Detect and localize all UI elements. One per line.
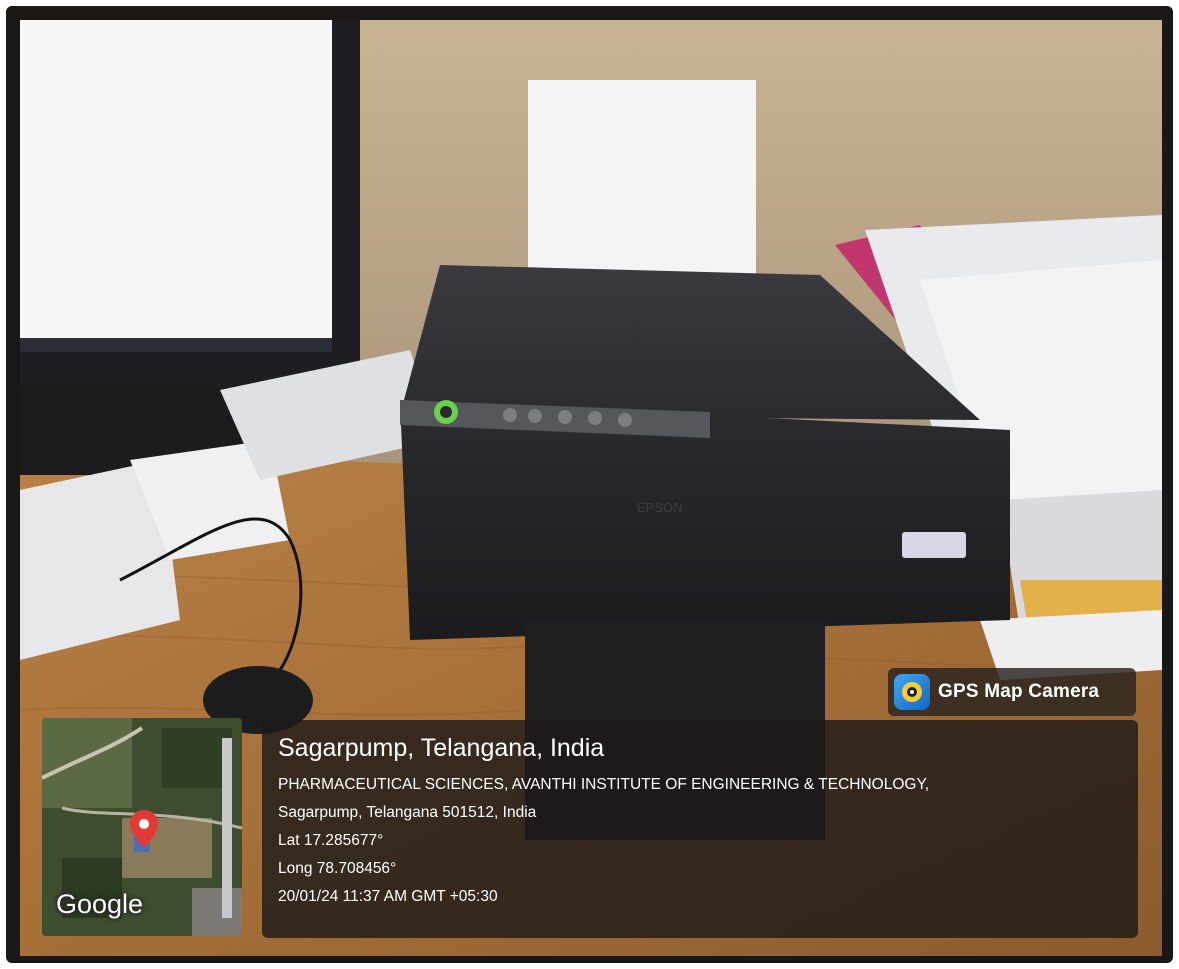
google-logo: Google: [56, 889, 144, 919]
mini-map: Google: [42, 718, 242, 936]
ink-tank-label: [902, 532, 966, 558]
location-info-panel: Sagarpump, Telangana, India PHARMACEUTIC…: [262, 720, 1138, 938]
location-title: Sagarpump, Telangana, India: [278, 734, 605, 762]
address-line-1: PHARMACEUTICAL SCIENCES, AVANTHI INSTITU…: [278, 776, 930, 793]
gps-map-camera-badge: GPS Map Camera: [888, 668, 1136, 716]
address-line-2: Sagarpump, Telangana 501512, India: [278, 804, 537, 821]
photo: EPSON Google GPS Map Camera Sagarpump, T…: [20, 20, 1162, 956]
latitude: Lat 17.285677°: [278, 832, 384, 849]
map-pin-icon: [130, 810, 158, 848]
brand-label: GPS Map Camera: [938, 681, 1100, 702]
timestamp: 20/01/24 11:37 AM GMT +05:30: [278, 888, 498, 905]
printer-logo: EPSON: [637, 500, 683, 515]
camera-pin-icon: [894, 674, 930, 710]
longitude: Long 78.708456°: [278, 860, 397, 877]
paper-in-tray: [528, 80, 756, 290]
